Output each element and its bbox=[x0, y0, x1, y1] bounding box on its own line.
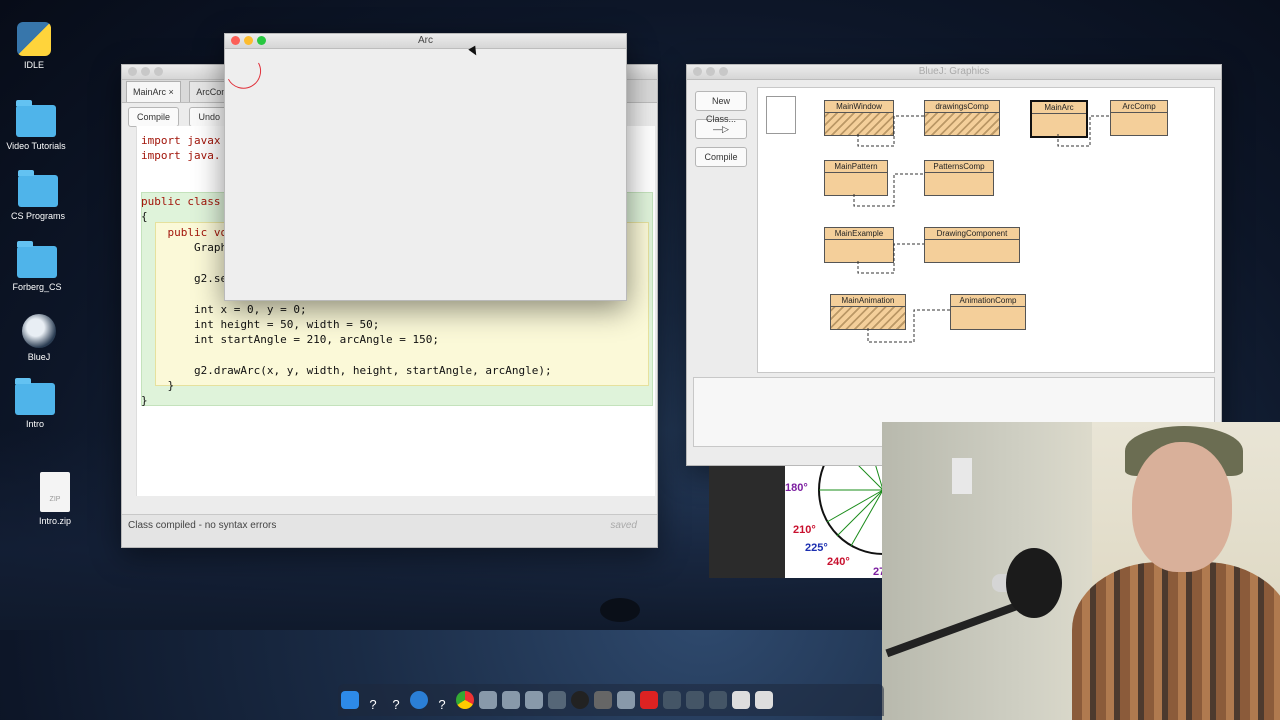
window-title: Arc bbox=[418, 35, 433, 46]
code-line: import java. bbox=[141, 149, 221, 162]
help-icon[interactable]: ? bbox=[387, 696, 405, 714]
zoom-icon[interactable] bbox=[719, 67, 728, 76]
arc-window: Arc bbox=[224, 33, 627, 301]
window-controls bbox=[231, 36, 270, 50]
java-app-icon[interactable] bbox=[617, 691, 635, 709]
angle-label: 240° bbox=[827, 556, 850, 568]
angle-label: 210° bbox=[793, 524, 816, 536]
desktop-icon-intro-zip[interactable]: ZIP Intro.zip bbox=[15, 472, 95, 526]
close-icon[interactable] bbox=[128, 67, 137, 76]
compile-button[interactable]: Compile bbox=[695, 147, 747, 167]
tab-close-icon[interactable]: × bbox=[169, 87, 174, 97]
zip-file-icon: ZIP bbox=[40, 472, 70, 512]
close-icon[interactable] bbox=[231, 36, 240, 45]
tab-mainarc[interactable]: MainArc × bbox=[126, 81, 181, 102]
desktop-icon-forberg-cs[interactable]: Forberg_CS bbox=[0, 241, 77, 292]
window-controls bbox=[128, 67, 167, 81]
window-thumbnail-icon[interactable] bbox=[709, 691, 727, 709]
finder-icon[interactable] bbox=[341, 691, 359, 709]
compile-status: Class compiled - no syntax errors bbox=[128, 520, 277, 531]
minimize-icon[interactable] bbox=[141, 67, 150, 76]
presenter-face bbox=[1132, 442, 1232, 572]
code-line: } bbox=[141, 394, 148, 407]
code-line: g2.drawArc(x, y, width, height, startAng… bbox=[141, 364, 552, 377]
dependency-arrows bbox=[853, 115, 1110, 343]
zoom-icon[interactable] bbox=[257, 36, 266, 45]
webcam-wall-switch bbox=[952, 458, 972, 494]
desktop-icon-idle[interactable]: IDLE bbox=[0, 22, 74, 70]
desktop-icon-bluej[interactable]: BlueJ bbox=[0, 314, 79, 362]
help-icon[interactable]: ? bbox=[364, 696, 382, 714]
desktop-icon-label: IDLE bbox=[23, 60, 44, 70]
tab-label: MainArc bbox=[133, 87, 167, 97]
code-line: public class bbox=[141, 195, 221, 208]
code-line: g2.set bbox=[141, 272, 234, 285]
window-thumbnail-icon[interactable] bbox=[686, 691, 704, 709]
folder-icon bbox=[16, 100, 56, 137]
code-line: Graphi bbox=[141, 241, 234, 254]
bluej-titlebar[interactable]: BlueJ: Graphics bbox=[687, 65, 1221, 80]
class-diagram[interactable]: MainWindow drawingsComp MainArc ArcComp … bbox=[757, 87, 1215, 373]
webcam-overlay bbox=[882, 422, 1280, 720]
drawn-arc bbox=[227, 62, 261, 89]
folder-icon bbox=[18, 170, 58, 207]
window-title: BlueJ: Graphics bbox=[918, 66, 990, 77]
desktop-icon-label: Intro.zip bbox=[38, 516, 71, 526]
pop-filter bbox=[1006, 548, 1062, 618]
desktop-icon-intro[interactable]: Intro bbox=[0, 378, 75, 429]
zoom-icon[interactable] bbox=[154, 67, 163, 76]
safari-icon[interactable] bbox=[410, 691, 428, 709]
presenter-body bbox=[1072, 562, 1280, 720]
help-icon[interactable]: ? bbox=[433, 696, 451, 714]
desktop-icon-label: BlueJ bbox=[27, 352, 51, 362]
code-line: import javax bbox=[141, 134, 221, 147]
java-app-icon[interactable] bbox=[502, 691, 520, 709]
dock: ??? bbox=[338, 684, 884, 716]
editor-status-bar: Class compiled - no syntax errors saved bbox=[122, 514, 657, 547]
desktop-icon-label: Intro bbox=[25, 419, 44, 429]
preview-icon[interactable] bbox=[548, 691, 566, 709]
window-controls bbox=[693, 67, 732, 81]
bluej-bird-icon bbox=[22, 314, 56, 348]
desktop-icon-label: Forberg_CS bbox=[12, 282, 62, 292]
minimize-icon[interactable] bbox=[706, 67, 715, 76]
code-line: int height = 50, width = 50; bbox=[141, 318, 380, 331]
acrobat-icon[interactable] bbox=[640, 691, 658, 709]
bluej-sidebar: New Class... —▷ Compile bbox=[695, 91, 749, 175]
code-line: int startAngle = 210, arcAngle = 150; bbox=[141, 333, 440, 346]
code-line: } bbox=[141, 379, 175, 392]
folder-icon bbox=[17, 241, 57, 278]
arc-titlebar[interactable]: Arc bbox=[225, 34, 626, 49]
minimize-icon[interactable] bbox=[244, 36, 253, 45]
window-thumbnail-icon[interactable] bbox=[755, 691, 773, 709]
bluej-window: BlueJ: Graphics New Class... —▷ Compile … bbox=[686, 64, 1222, 466]
saved-indicator: saved bbox=[610, 520, 637, 531]
code-line: int x = 0, y = 0; bbox=[141, 303, 307, 316]
angle-label: 180° bbox=[785, 482, 808, 494]
window-thumbnail-icon[interactable] bbox=[663, 691, 681, 709]
desktop-icon-label: Video Tutorials bbox=[6, 141, 66, 151]
chrome-icon[interactable] bbox=[456, 691, 474, 709]
angle-label: 225° bbox=[805, 542, 828, 554]
desktop-icon-cs-programs[interactable]: CS Programs bbox=[0, 170, 78, 221]
angle-diagram: 180° 210° 225° 240° 27 bbox=[785, 466, 885, 578]
java-app-icon[interactable] bbox=[525, 691, 543, 709]
wallpaper-rock bbox=[600, 598, 640, 622]
compile-button[interactable]: Compile bbox=[128, 107, 180, 127]
obs-icon[interactable] bbox=[571, 691, 589, 709]
new-class-button[interactable]: New Class... bbox=[695, 91, 747, 124]
image-viewer-toolbar bbox=[709, 466, 787, 578]
inheritance-arrow-button[interactable]: —▷ bbox=[695, 119, 747, 139]
close-icon[interactable] bbox=[693, 67, 702, 76]
desktop-icon-label: CS Programs bbox=[10, 211, 65, 221]
system-preferences-icon[interactable] bbox=[594, 691, 612, 709]
folder-icon bbox=[15, 378, 55, 415]
bluej-icon[interactable] bbox=[479, 691, 497, 709]
python-icon bbox=[17, 22, 51, 56]
code-line: { bbox=[141, 210, 148, 223]
desktop-icon-video-tutorials[interactable]: Video Tutorials bbox=[0, 100, 76, 151]
code-line: public voi bbox=[141, 226, 234, 239]
window-thumbnail-icon[interactable] bbox=[732, 691, 750, 709]
